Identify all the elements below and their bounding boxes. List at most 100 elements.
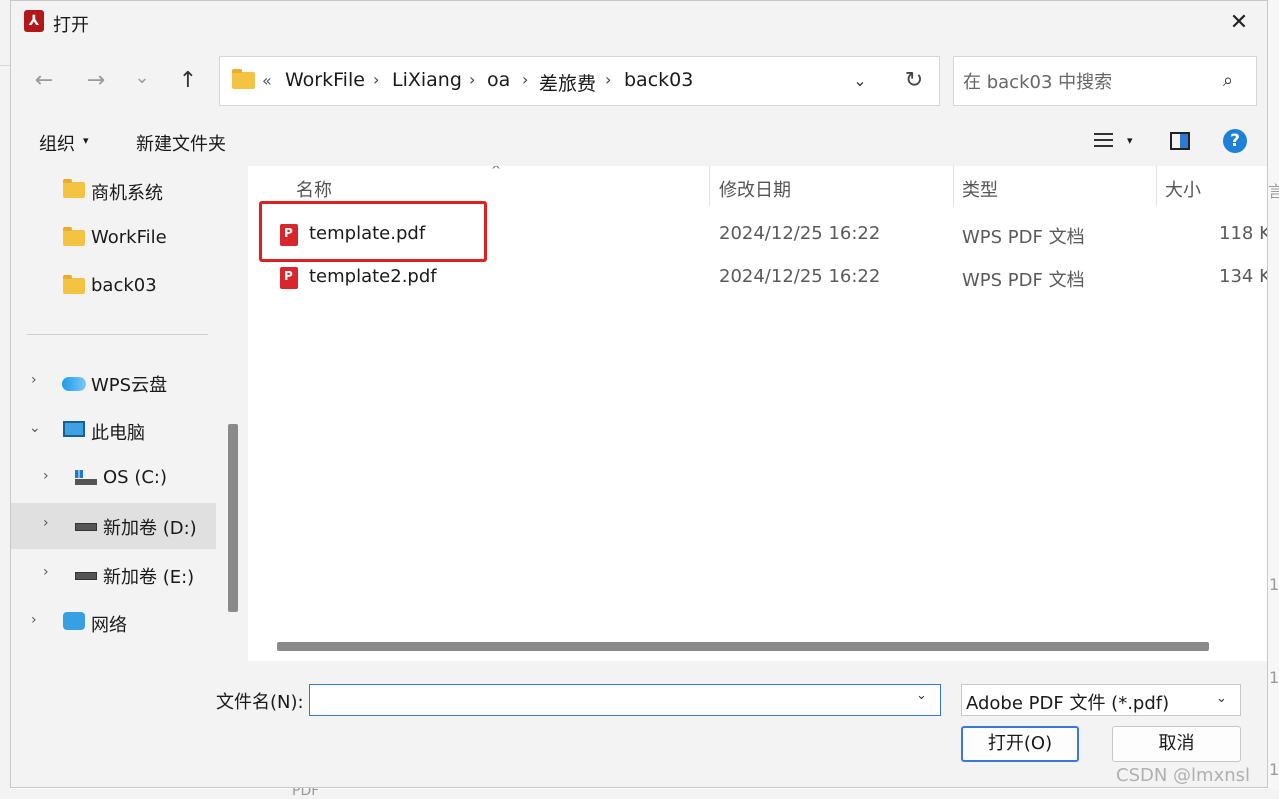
cancel-button[interactable]: 取消 xyxy=(1112,726,1241,762)
address-history-dropdown[interactable]: ⌄ xyxy=(847,67,873,95)
column-header-modified[interactable]: 修改日期 xyxy=(719,176,791,202)
column-header-type[interactable]: 类型 xyxy=(962,176,998,202)
breadcrumb-workfile[interactable]: WorkFile xyxy=(285,69,365,91)
sidebar-item-label: WorkFile xyxy=(91,227,167,248)
file-name: template2.pdf xyxy=(309,266,437,287)
open-button[interactable]: 打开(O) xyxy=(961,726,1079,762)
file-type: WPS PDF 文档 xyxy=(962,227,1085,248)
folder-icon xyxy=(63,227,85,246)
file-type-value: Adobe PDF 文件 (*.pdf) xyxy=(966,693,1170,714)
help-icon[interactable]: ? xyxy=(1223,129,1247,153)
filename-label: 文件名(N): xyxy=(216,692,304,713)
chevron-down-icon[interactable]: ⌄ xyxy=(29,420,41,436)
annotation-highlight-box xyxy=(259,201,487,262)
background-text: 12 xyxy=(1269,760,1279,779)
sort-ascending-icon: ^ xyxy=(491,166,502,177)
search-icon[interactable]: ⌕ xyxy=(1216,69,1240,93)
title-bar: ⅄ 打开 ✕ xyxy=(11,1,1267,45)
breadcrumb-separator[interactable]: › xyxy=(469,70,475,89)
breadcrumb-separator[interactable]: › xyxy=(522,70,528,89)
column-divider[interactable] xyxy=(709,166,710,206)
watermark: CSDN @lmxnsl xyxy=(1116,765,1251,786)
column-header-name[interactable]: 名称 xyxy=(296,176,332,202)
background-window-right: 言 12 12 12 xyxy=(1268,0,1279,799)
search-input[interactable] xyxy=(963,69,1213,95)
folder-icon xyxy=(63,275,85,294)
recent-locations-button[interactable]: ⌄ xyxy=(125,61,159,95)
file-size: 118 K xyxy=(1219,223,1268,244)
search-box[interactable]: ⌕ xyxy=(953,56,1257,106)
close-button[interactable]: ✕ xyxy=(1223,9,1255,37)
chevron-right-icon[interactable]: › xyxy=(43,564,49,580)
sidebar-item-network[interactable]: › 网络 xyxy=(11,600,216,646)
horizontal-scrollbar[interactable] xyxy=(277,642,1209,651)
column-divider[interactable] xyxy=(953,166,954,206)
filename-combobox[interactable]: ⌄ xyxy=(309,684,941,716)
acrobat-app-icon: ⅄ xyxy=(24,10,44,32)
back-button[interactable]: ← xyxy=(27,64,61,98)
folder-icon xyxy=(232,69,255,89)
sidebar-scrollbar[interactable] xyxy=(228,424,238,612)
sidebar-item-this-pc[interactable]: ⌄ 此电脑 xyxy=(11,408,216,454)
sidebar-item-drive-e[interactable]: › 新加卷 (E:) xyxy=(11,552,216,598)
address-overflow-button[interactable]: « xyxy=(262,71,272,90)
file-type: WPS PDF 文档 xyxy=(962,270,1085,291)
sidebar-item-label: 商机系统 xyxy=(91,183,163,204)
sidebar-item-label: WPS云盘 xyxy=(91,375,168,396)
breadcrumb-separator[interactable]: › xyxy=(373,70,379,89)
sidebar-item-label: 新加卷 (E:) xyxy=(103,567,195,588)
background-text: 12 xyxy=(1269,668,1279,687)
sidebar-item-wps-cloud[interactable]: › WPS云盘 xyxy=(11,360,216,406)
breadcrumb-separator[interactable]: › xyxy=(605,70,611,89)
background-window-edge xyxy=(0,0,10,799)
sidebar-item-shangji[interactable]: 商机系统 xyxy=(11,168,216,214)
organize-menu[interactable]: 组织 xyxy=(39,130,75,156)
chevron-down-icon[interactable]: ▾ xyxy=(83,134,89,147)
column-header-size[interactable]: 大小 xyxy=(1165,176,1201,202)
new-folder-button[interactable]: 新建文件夹 xyxy=(136,130,226,156)
filename-input[interactable] xyxy=(316,687,906,713)
chevron-right-icon[interactable]: › xyxy=(43,515,49,531)
sidebar-item-label: 网络 xyxy=(91,615,127,636)
breadcrumb-back03[interactable]: back03 xyxy=(624,69,693,91)
chevron-down-icon[interactable]: ⌄ xyxy=(1216,691,1227,706)
os-drive-icon xyxy=(75,470,97,486)
sidebar-item-drive-c[interactable]: › OS (C:) xyxy=(11,456,216,502)
navigation-pane: 商机系统 WorkFile back03 › WPS云盘 ⌄ 此电脑 › OS … xyxy=(11,166,246,661)
file-row-template2[interactable]: template2.pdf 2024/12/25 16:22 WPS PDF 文… xyxy=(248,257,1267,299)
drive-icon xyxy=(75,572,97,580)
background-text: 12 xyxy=(1269,575,1279,594)
sidebar-item-label: back03 xyxy=(91,275,157,296)
network-icon xyxy=(63,612,85,630)
file-type-select[interactable]: Adobe PDF 文件 (*.pdf) ⌄ xyxy=(961,684,1241,716)
open-file-dialog: ⅄ 打开 ✕ ← → ⌄ ↑ « WorkFile › LiXiang › oa… xyxy=(10,0,1268,788)
breadcrumb-travel-expense[interactable]: 差旅费 xyxy=(539,69,596,96)
dialog-title: 打开 xyxy=(53,15,89,36)
column-divider[interactable] xyxy=(1156,166,1157,206)
pdf-file-icon xyxy=(280,267,298,289)
sidebar-divider xyxy=(27,334,208,335)
sidebar-item-back03[interactable]: back03 xyxy=(11,264,216,310)
sidebar-item-label: 新加卷 (D:) xyxy=(103,518,197,539)
file-list: ^ 名称 修改日期 类型 大小 template.pdf 2024/12/25 … xyxy=(248,166,1268,661)
preview-pane-icon[interactable] xyxy=(1170,132,1190,150)
sidebar-item-workfile[interactable]: WorkFile xyxy=(11,216,216,262)
chevron-right-icon[interactable]: › xyxy=(31,612,37,628)
chevron-down-icon[interactable]: ▾ xyxy=(1127,134,1133,147)
drive-icon xyxy=(75,523,97,531)
breadcrumb-lixiang[interactable]: LiXiang xyxy=(392,69,462,91)
up-folder-button[interactable]: ↑ xyxy=(171,64,205,98)
sidebar-item-label: OS (C:) xyxy=(103,467,167,488)
sidebar-item-drive-d[interactable]: › 新加卷 (D:) xyxy=(11,503,216,549)
chevron-down-icon[interactable]: ⌄ xyxy=(916,688,927,703)
chevron-right-icon[interactable]: › xyxy=(31,372,37,388)
address-bar[interactable]: « WorkFile › LiXiang › oa › 差旅费 › back03… xyxy=(219,56,940,106)
folder-icon xyxy=(63,179,85,198)
breadcrumb-oa[interactable]: oa xyxy=(487,69,510,91)
forward-button[interactable]: → xyxy=(79,64,113,98)
background-text: 言 xyxy=(1268,182,1279,201)
view-options-icon[interactable] xyxy=(1094,129,1116,153)
file-modified: 2024/12/25 16:22 xyxy=(719,266,881,287)
refresh-button[interactable]: ↻ xyxy=(900,67,928,95)
chevron-right-icon[interactable]: › xyxy=(43,468,49,484)
